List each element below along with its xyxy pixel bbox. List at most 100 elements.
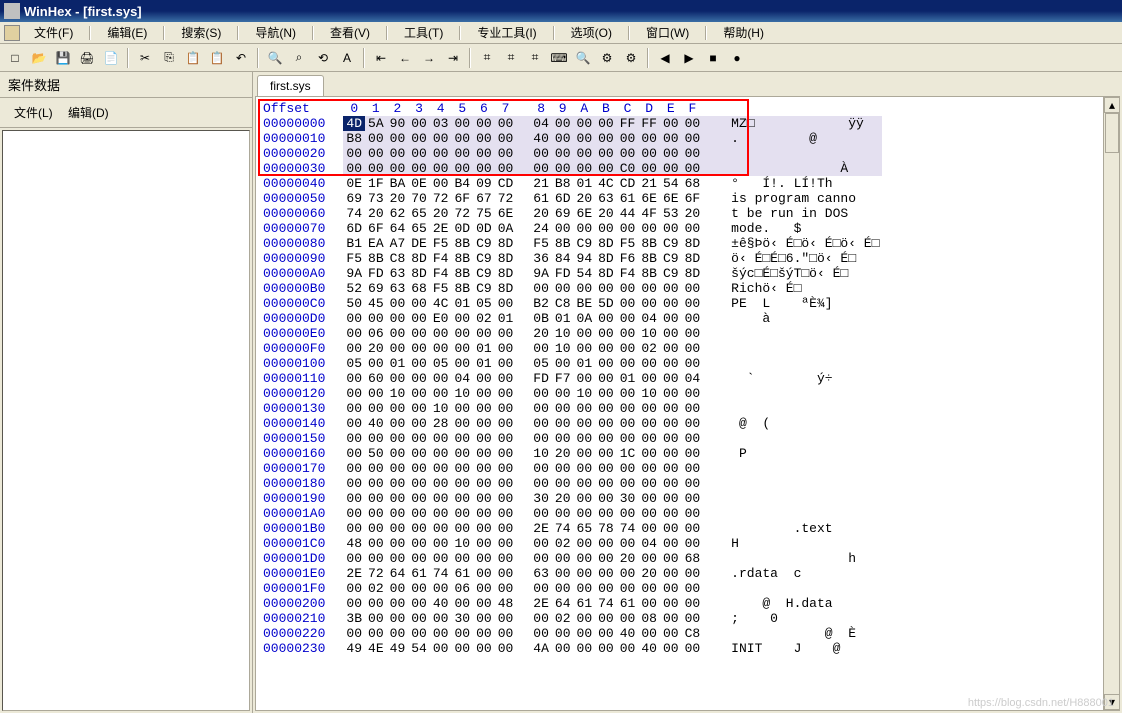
byte-cell[interactable]: CD [617,176,639,191]
byte-cell[interactable]: 00 [430,326,452,341]
byte-cell[interactable]: 00 [387,476,409,491]
byte-cell[interactable]: 00 [430,521,452,536]
home-button[interactable]: ⇤ [370,47,392,69]
byte-cell[interactable]: 00 [638,491,660,506]
byte-cell[interactable]: 4C [430,296,452,311]
byte-cell[interactable]: 00 [660,461,682,476]
byte-cell[interactable]: 00 [387,551,409,566]
menu-2[interactable]: 搜索(S) [173,24,229,42]
byte-cell[interactable]: 00 [343,326,365,341]
byte-cell[interactable]: 00 [638,596,660,611]
byte-cell[interactable]: 00 [343,161,365,176]
byte-cell[interactable]: 00 [530,416,552,431]
byte-cell[interactable]: 00 [660,506,682,521]
byte-cell[interactable]: 08 [638,611,660,626]
menu-6[interactable]: 专业工具(I) [469,24,544,42]
byte-cell[interactable]: 01 [451,296,473,311]
byte-cell[interactable]: 00 [660,131,682,146]
menu-3[interactable]: 导航(N) [247,24,304,42]
byte-cell[interactable]: 68 [682,551,704,566]
byte-cell[interactable]: F6 [617,251,639,266]
byte-cell[interactable]: C8 [682,626,704,641]
byte-cell[interactable]: 00 [682,296,704,311]
byte-cell[interactable]: 05 [473,296,495,311]
byte-cell[interactable]: FF [638,116,660,131]
byte-cell[interactable]: 00 [473,371,495,386]
byte-cell[interactable]: 03 [430,116,452,131]
byte-cell[interactable]: 04 [530,116,552,131]
byte-cell[interactable]: 00 [638,296,660,311]
left-button[interactable]: ◀ [654,47,676,69]
byte-cell[interactable]: 24 [530,221,552,236]
byte-cell[interactable]: 00 [473,536,495,551]
byte-cell[interactable]: 00 [473,506,495,521]
menu-8[interactable]: 窗口(W) [638,24,697,42]
byte-cell[interactable]: 8B [552,236,574,251]
hex-row[interactable]: 000001100060000000040000FDF7000001000004… [260,371,882,386]
byte-cell[interactable]: 00 [451,161,473,176]
byte-cell[interactable]: 00 [408,476,430,491]
byte-cell[interactable]: B1 [343,236,365,251]
disk1-button[interactable]: ⌗ [476,47,498,69]
byte-cell[interactable]: 8B [638,251,660,266]
byte-cell[interactable]: 00 [365,521,387,536]
byte-cell[interactable]: 00 [408,131,430,146]
hex-row[interactable]: 00000220000000000000000000000000400000C8… [260,626,882,641]
byte-cell[interactable]: 00 [387,296,409,311]
byte-cell[interactable]: 10 [638,386,660,401]
byte-cell[interactable]: 00 [638,146,660,161]
byte-cell[interactable]: 00 [343,461,365,476]
byte-cell[interactable]: 00 [430,341,452,356]
sidebar-file-menu[interactable]: 文件(L) [8,104,59,122]
byte-cell[interactable]: 00 [408,506,430,521]
byte-cell[interactable]: C0 [617,161,639,176]
byte-cell[interactable]: 40 [617,626,639,641]
byte-cell[interactable]: 04 [638,311,660,326]
hex-row[interactable]: 0000010005000100050001000500010000000000 [260,356,882,371]
byte-cell[interactable]: 64 [387,221,409,236]
byte-cell[interactable]: 00 [552,281,574,296]
byte-cell[interactable]: 00 [660,476,682,491]
byte-cell[interactable]: 00 [495,521,517,536]
byte-cell[interactable]: 00 [574,401,596,416]
byte-cell[interactable]: 04 [451,371,473,386]
copy-button[interactable]: ⎘ [158,47,180,69]
byte-cell[interactable]: 00 [682,461,704,476]
byte-cell[interactable]: 0D [451,221,473,236]
byte-cell[interactable]: 00 [574,416,596,431]
byte-cell[interactable]: 10 [552,341,574,356]
byte-cell[interactable]: FF [617,116,639,131]
disk2-button[interactable]: ⌗ [500,47,522,69]
byte-cell[interactable]: 00 [343,401,365,416]
byte-cell[interactable]: 00 [408,446,430,461]
byte-cell[interactable]: 00 [451,461,473,476]
byte-cell[interactable]: 00 [495,641,517,656]
byte-cell[interactable]: 00 [617,476,639,491]
byte-cell[interactable]: B2 [530,296,552,311]
byte-cell[interactable]: 00 [473,521,495,536]
byte-cell[interactable]: 02 [638,341,660,356]
byte-cell[interactable]: 00 [660,341,682,356]
byte-cell[interactable]: 48 [495,596,517,611]
byte-cell[interactable]: 75 [473,206,495,221]
byte-cell[interactable]: 68 [408,281,430,296]
byte-cell[interactable]: 00 [473,461,495,476]
byte-cell[interactable]: 00 [365,431,387,446]
byte-cell[interactable]: 00 [574,131,596,146]
byte-cell[interactable]: 00 [495,551,517,566]
byte-cell[interactable]: 00 [343,431,365,446]
byte-cell[interactable]: 04 [682,371,704,386]
byte-cell[interactable]: C9 [660,266,682,281]
byte-cell[interactable]: 00 [473,626,495,641]
byte-cell[interactable]: C9 [660,251,682,266]
byte-cell[interactable]: 00 [451,521,473,536]
byte-cell[interactable]: 62 [387,206,409,221]
byte-cell[interactable]: 5A [365,116,387,131]
byte-cell[interactable]: 1F [365,176,387,191]
byte-cell[interactable]: 00 [595,131,617,146]
byte-cell[interactable]: 6E [574,206,596,221]
byte-cell[interactable]: 00 [682,506,704,521]
byte-cell[interactable]: 00 [387,416,409,431]
byte-cell[interactable]: 01 [574,176,596,191]
byte-cell[interactable]: 00 [595,116,617,131]
